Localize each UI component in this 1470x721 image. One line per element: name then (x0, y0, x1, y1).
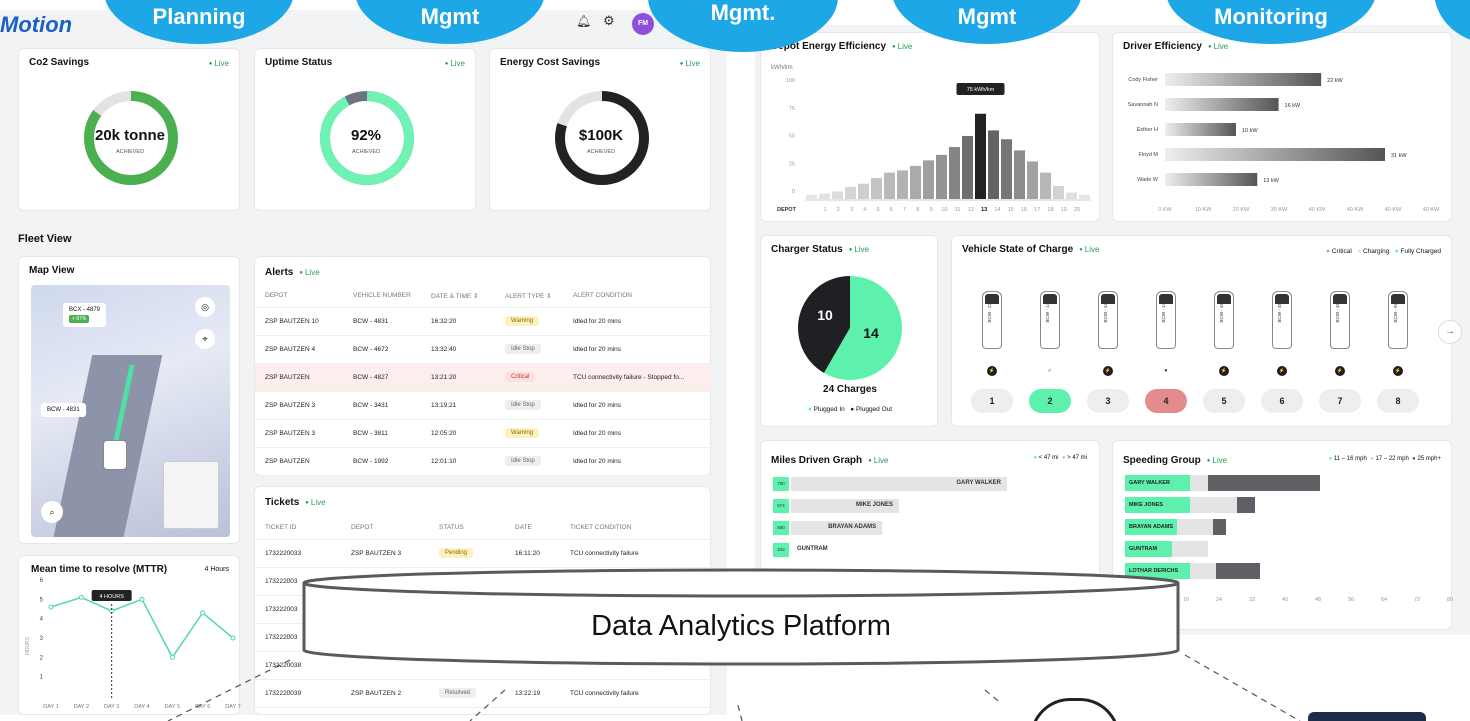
platform-label: Data Analytics Platform (591, 610, 891, 642)
connector (1184, 654, 1301, 721)
cylinder-top (302, 568, 1180, 598)
screenshot-stage: Motion 🔔︎ ⚙ FM Co2 Savings Live 20k tonn… (0, 0, 1470, 721)
connector (737, 704, 743, 721)
connector (469, 689, 506, 721)
connector (167, 659, 291, 721)
connector (984, 689, 1003, 705)
device-shape-box (1308, 712, 1426, 721)
